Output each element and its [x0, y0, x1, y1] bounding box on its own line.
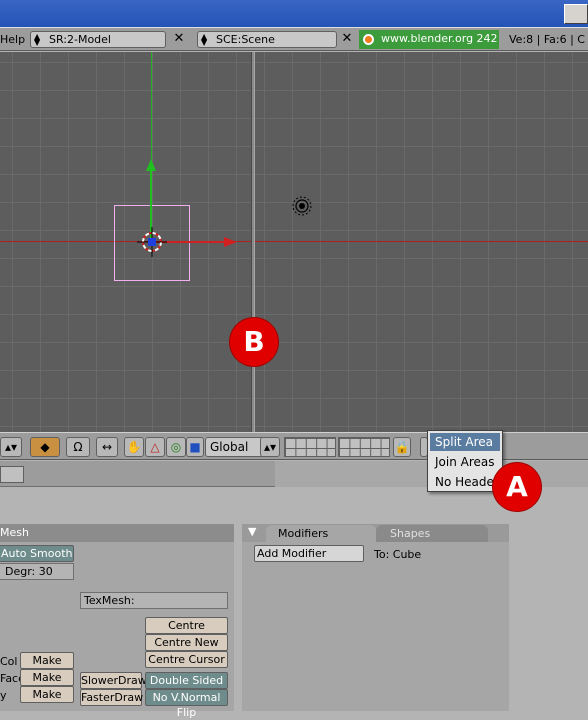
annotation-marker-b: B	[230, 318, 278, 366]
mesh-panel: Mesh Auto Smooth Degr: 30 TexMesh: Col M…	[0, 524, 234, 719]
url-text: www.blender.org 242	[381, 32, 498, 45]
degr-value: Degr: 30	[5, 565, 53, 578]
3d-cursor-icon	[137, 227, 167, 257]
lock-icon[interactable]: 🔒	[393, 437, 411, 457]
help-menu[interactable]: Help	[0, 33, 25, 46]
modifiers-panel: ▼ Modifiers Shapes Add Modifier To: Cube	[242, 524, 509, 711]
pivot-icon[interactable]: Ω	[66, 437, 90, 457]
menu-item-no-header[interactable]: No Header	[430, 473, 500, 491]
menu-item-join-areas[interactable]: Join Areas	[430, 453, 500, 471]
modifier-target-label: To: Cube	[374, 548, 422, 561]
updown-arrows-icon: ▲ ▼	[201, 32, 208, 47]
centre-button[interactable]: Centre	[145, 617, 228, 634]
orientation-updown-icon[interactable]: ▴▾	[260, 437, 280, 457]
collapse-triangle-icon[interactable]: ▼	[248, 525, 256, 538]
make-col-button[interactable]: Make	[20, 652, 74, 669]
scale-manipulator-icon[interactable]: ◎	[166, 437, 186, 457]
x-axis-line	[0, 241, 588, 242]
degr-number-field[interactable]: Degr: 30	[0, 563, 74, 580]
tab-modifiers[interactable]: Modifiers	[266, 525, 376, 542]
align-icon[interactable]: ↔	[96, 437, 118, 457]
info-header: Help ▲ ▼ SR:2-Model ✕ ▲ ▼ SCE:Scene ✕ www.…	[0, 27, 588, 51]
slower-draw-button[interactable]: SlowerDraw	[80, 672, 147, 689]
buttons-window: Mesh Auto Smooth Degr: 30 TexMesh: Col M…	[0, 488, 588, 719]
area-split-divider[interactable]	[251, 52, 255, 432]
make-y-button[interactable]: Make	[20, 686, 74, 703]
faster-draw-button[interactable]: FasterDraw	[80, 689, 143, 706]
add-modifier-button[interactable]: Add Modifier	[254, 545, 364, 562]
draw-type-button[interactable]: ◆	[30, 437, 60, 457]
make-face-button[interactable]: Make	[20, 669, 74, 686]
lamp-object-icon[interactable]	[291, 195, 313, 217]
scene-name: SCE:Scene	[216, 33, 275, 46]
translate-manipulator-icon[interactable]: ■	[186, 437, 204, 457]
centre-new-button[interactable]: Centre New	[145, 634, 228, 651]
window-control-button[interactable]	[564, 4, 588, 24]
layer-buttons-group-2[interactable]	[338, 437, 390, 457]
window-title-bar	[0, 0, 588, 27]
double-sided-toggle[interactable]: Double Sided	[145, 672, 228, 689]
annotation-marker-a: A	[493, 463, 541, 511]
delete-scene-close-icon[interactable]: ✕	[338, 31, 356, 48]
tab-shapes[interactable]: Shapes	[376, 525, 488, 542]
layer-buttons-group-1[interactable]	[284, 437, 336, 457]
texmesh-field[interactable]: TexMesh:	[80, 592, 228, 609]
rotate-manipulator-icon[interactable]: △	[145, 437, 165, 457]
hand-icon[interactable]: ✋	[124, 437, 144, 457]
auto-smooth-toggle[interactable]: Auto Smooth	[0, 545, 74, 562]
buttons-header-tab[interactable]	[0, 466, 24, 483]
area-options-menu: Split Area Join Areas No Header	[427, 430, 503, 492]
updown-arrows-icon: ▲ ▼	[34, 32, 41, 47]
orientation-label: Global	[210, 440, 249, 454]
menu-item-split-area[interactable]: Split Area	[430, 433, 500, 451]
blender-logo-icon	[363, 34, 374, 45]
no-vnormal-flip-toggle[interactable]: No V.Normal Flip	[145, 689, 228, 719]
centre-cursor-button[interactable]: Centre Cursor	[145, 651, 228, 668]
blender-url-link[interactable]: www.blender.org 242	[359, 30, 499, 49]
col-label: Col	[0, 655, 18, 668]
screen-selector[interactable]: ▲ ▼ SR:2-Model	[30, 31, 166, 48]
screen-name: SR:2-Model	[49, 33, 111, 46]
mesh-panel-title: Mesh	[0, 524, 234, 542]
scene-stats: Ve:8 | Fa:6 | C	[509, 33, 585, 46]
y-label: y	[0, 689, 7, 702]
scene-selector[interactable]: ▲ ▼ SCE:Scene	[197, 31, 337, 48]
3d-viewport[interactable]: B	[0, 52, 588, 432]
delete-screen-close-icon[interactable]: ✕	[170, 31, 188, 48]
mode-menu-button[interactable]: ▴▾	[0, 437, 22, 457]
